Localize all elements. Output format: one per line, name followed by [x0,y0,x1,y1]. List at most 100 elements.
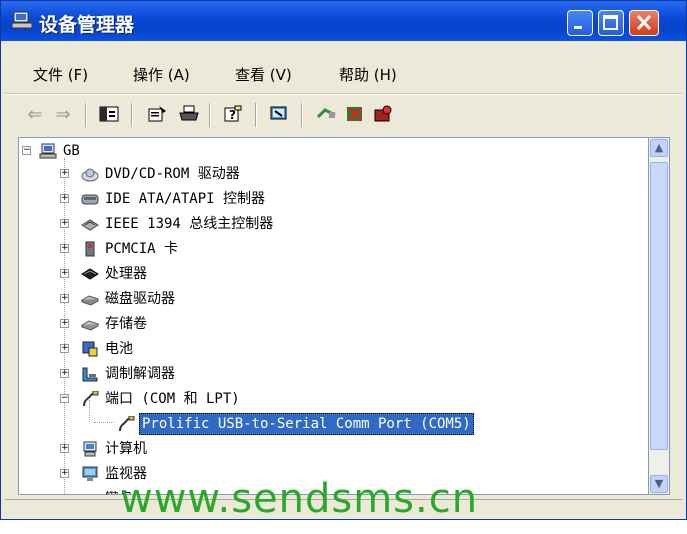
tree-item-dvd-cdrom[interactable]: + DVD/CD-ROM 驱动器 [19,163,639,185]
menu-divider [5,93,682,95]
back-arrow-icon: ⇐ [27,103,43,125]
disk-drive-icon [81,295,99,306]
pcmcia-icon [85,241,95,257]
expand-toggle[interactable]: + [60,169,69,178]
help-button[interactable]: ? [221,103,245,125]
keyboard-icon [81,491,99,495]
scroll-thumb[interactable] [650,162,668,450]
maximize-button[interactable] [598,10,624,36]
battery-icon [82,341,98,357]
ieee1394-icon [81,219,99,231]
tree-item-processor[interactable]: + 处理器 [19,263,639,285]
expand-toggle[interactable]: + [61,494,69,495]
minimize-icon [574,26,582,29]
tree-item-modem[interactable]: + 调制解调器 [19,363,639,385]
watermark-text: www.sendsms.cn [120,476,479,522]
printer-icon [179,105,199,121]
monitor-icon [82,466,98,481]
expand-toggle[interactable]: + [60,319,69,328]
expand-toggle[interactable]: + [60,294,69,303]
console-tree-icon [99,106,119,122]
tree-root-label: GB [63,143,80,159]
uninstall-icon [347,106,363,122]
menu-bar: 文件 (F) 操作 (A) 查看 (V) 帮助 (H) [5,58,682,88]
expand-toggle[interactable]: + [60,244,69,253]
tree-item-ieee1394[interactable]: + IEEE 1394 总线主控制器 [19,213,639,235]
tree-item-label: 磁盘驱动器 [105,291,175,307]
update-driver-icon [317,108,336,119]
scroll-down-button[interactable]: ▼ [650,475,668,493]
tree-item-label: PCMCIA 卡 [105,241,179,257]
tree-item-ide[interactable]: + IDE ATA/ATAPI 控制器 [19,188,639,210]
tree-item-battery[interactable]: + 电池 [19,338,639,360]
port-icon [83,391,99,407]
scroll-up-button[interactable]: ▲ [650,139,668,157]
tree-item-pcmcia[interactable]: + PCMCIA 卡 [19,238,639,260]
collapse-toggle[interactable]: − [22,146,31,155]
computer-root-icon [39,143,57,159]
print-button[interactable] [177,103,201,125]
expand-toggle[interactable]: + [60,444,69,453]
device-manager-app-icon [11,11,33,29]
update-driver-button[interactable] [315,103,339,125]
device-tree[interactable]: − GB + DVD/CD-ROM 驱动器 + IDE ATA/ATAPI 控制… [18,137,649,495]
show-hide-console-tree-button[interactable] [97,103,121,125]
window-title: 设备管理器 [39,14,135,36]
tree-item-label: DVD/CD-ROM 驱动器 [105,166,240,182]
back-button[interactable]: ⇐ [23,103,47,125]
tree-item-disk-drive[interactable]: + 磁盘驱动器 [19,288,639,310]
vertical-scrollbar[interactable]: ▲ ▼ [649,137,670,495]
computer-icon [83,441,97,457]
tree-item-storage-volume[interactable]: + 存储卷 [19,313,639,335]
tree-item-ports[interactable]: − 端口 (COM 和 LPT) [19,388,639,410]
properties-icon [148,106,166,122]
collapse-toggle[interactable]: − [60,394,69,403]
tree-root-gb[interactable]: − GB [19,140,639,162]
minimize-button[interactable] [567,10,593,36]
disable-device-icon [374,105,392,122]
toolbar-divider [131,103,133,127]
maximize-icon [603,15,618,30]
ide-controller-icon [81,194,99,205]
toolbar-divider [255,103,257,127]
close-button[interactable] [629,10,659,36]
selected-device-label: Prolific USB-to-Serial Comm Port (COM5) [139,413,474,435]
menu-action[interactable]: 操作 (A) [133,64,190,85]
expand-toggle[interactable]: + [60,269,69,278]
scan-hardware-changes-button[interactable] [267,103,291,125]
toolbar-divider [301,103,303,127]
cdrom-icon [81,168,99,182]
device-manager-window: 设备管理器 文件 (F) 操作 (A) 查看 (V) 帮助 (H) ⇐ ⇒ ? … [0,0,687,520]
toolbar: ⇐ ⇒ ? [5,97,682,131]
processor-icon [81,268,99,280]
tree-item-label: 调制解调器 [105,366,175,382]
toolbar-divider [209,103,211,127]
expand-toggle[interactable]: + [60,469,69,478]
menu-help[interactable]: 帮助 (H) [339,64,397,85]
tree-item-computer[interactable]: + 计算机 [19,438,639,460]
expand-toggle[interactable]: + [60,194,69,203]
uninstall-button[interactable] [343,103,367,125]
expand-toggle[interactable]: + [60,369,69,378]
chevron-up-icon: ▲ [654,141,664,154]
port-icon [119,416,135,432]
tree-item-prolific-com5[interactable]: Prolific USB-to-Serial Comm Port (COM5) [19,413,639,435]
menu-view[interactable]: 查看 (V) [235,64,292,85]
scan-hardware-icon [270,106,287,120]
properties-button[interactable] [145,103,169,125]
chevron-down-icon: ▼ [654,477,664,490]
tree-item-label: 计算机 [105,441,147,457]
title-bar[interactable]: 设备管理器 [1,1,686,41]
forward-button[interactable]: ⇒ [51,103,75,125]
expand-toggle[interactable]: + [60,344,69,353]
tree-item-label: IDE ATA/ATAPI 控制器 [105,191,266,207]
storage-volume-icon [81,320,99,331]
close-icon [636,14,652,31]
expand-toggle[interactable]: + [60,219,69,228]
disable-button[interactable] [371,103,395,125]
menu-file[interactable]: 文件 (F) [33,64,88,85]
help-icon: ? [224,105,242,122]
tree-item-label: 存储卷 [105,316,147,332]
modem-icon [82,367,98,382]
tree-item-label: 电池 [105,341,133,357]
